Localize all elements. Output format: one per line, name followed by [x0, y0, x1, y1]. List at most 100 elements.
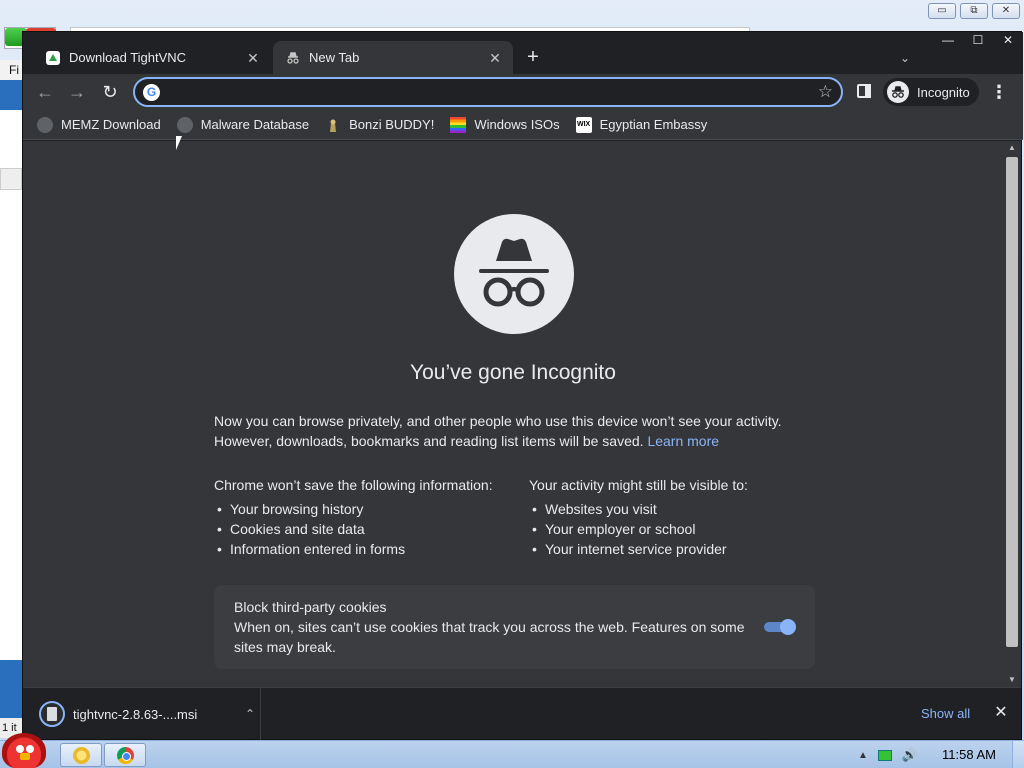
intro-text: Now you can browse privately, and other … — [214, 411, 814, 451]
volume-icon[interactable]: 🔊 — [902, 747, 918, 763]
scroll-down-arrow-icon[interactable]: ▼ — [1007, 675, 1017, 685]
globe-icon — [176, 116, 193, 133]
window-controls: — ☐ ✕ — [933, 32, 1023, 50]
incognito-page: You’ve gone Incognito Now you can browse… — [23, 141, 1003, 687]
explorer-icon — [73, 747, 90, 764]
bookmark-label: Bonzi BUDDY! — [349, 117, 435, 132]
background-sidebar — [0, 80, 22, 660]
network-icon[interactable] — [877, 749, 892, 761]
google-icon: G — [143, 84, 160, 101]
background-bottom-strip — [0, 660, 22, 720]
background-close-button[interactable]: ✕ — [992, 3, 1020, 19]
background-restore-button[interactable]: ⧉ — [960, 3, 988, 19]
minimize-button[interactable]: — — [933, 32, 963, 48]
profile-label: Incognito — [917, 84, 970, 100]
rainbow-icon — [450, 116, 467, 133]
tab-search-chevron-down-icon[interactable]: ⌄ — [893, 46, 917, 70]
tightvnc-icon — [45, 50, 61, 66]
wix-icon: WIX — [575, 116, 592, 133]
side-panel-icon[interactable] — [855, 82, 873, 100]
learn-more-link[interactable]: Learn more — [647, 433, 719, 449]
still-visible-column: Your activity might still be visible to:… — [529, 475, 849, 559]
taskbar-chrome-button[interactable] — [104, 743, 146, 767]
tab-download-tightvnc[interactable]: Download TightVNC ✕ — [33, 41, 271, 74]
incognito-profile-button[interactable]: Incognito — [883, 78, 979, 106]
toggle-knob — [780, 619, 796, 635]
system-tray: ▲ 🔊 — [858, 741, 918, 768]
wont-save-column: Chrome won’t save the following informat… — [214, 475, 534, 559]
download-item[interactable]: tightvnc-2.8.63-....msi ⌃ — [33, 688, 261, 740]
bookmark-bonzi-buddy[interactable]: Bonzi BUDDY! — [325, 117, 434, 133]
bookmark-malware-database[interactable]: Malware Database — [176, 116, 310, 133]
toolbar: ← → ↻ G ☆ Incognito ⋮ — [23, 74, 1023, 110]
cookie-card-description: When on, sites can’t use cookies that tr… — [234, 619, 745, 655]
download-filename: tightvnc-2.8.63-....msi — [73, 706, 198, 722]
bookmark-windows-isos[interactable]: Windows ISOs — [450, 116, 560, 133]
scroll-up-arrow-icon[interactable]: ▲ — [1007, 143, 1017, 153]
page-title: You’ve gone Incognito — [410, 361, 616, 384]
close-window-button[interactable]: ✕ — [993, 32, 1023, 48]
incognito-spy-icon — [454, 214, 574, 334]
chrome-window: Download TightVNC ✕ New Tab ✕ + ⌄ — ☐ ✕ … — [22, 31, 1023, 740]
bookmarks-bar: MEMZ Download Malware Database Bonzi BUD… — [23, 110, 1023, 140]
block-cookies-toggle[interactable] — [764, 618, 796, 636]
show-all-button[interactable]: Show all — [921, 706, 970, 721]
list-item: Your employer or school — [529, 519, 849, 539]
close-download-bar-icon[interactable]: ✕ — [991, 702, 1011, 722]
download-bar: tightvnc-2.8.63-....msi ⌃ Show all ✕ — [23, 687, 1021, 740]
background-sidebar-header — [0, 80, 22, 110]
bookmark-label: Windows ISOs — [474, 117, 560, 132]
clock[interactable]: 11:58 AM — [942, 741, 996, 768]
bookmark-memz-download[interactable]: MEMZ Download — [37, 116, 161, 133]
more-menu-icon[interactable]: ⋮ — [989, 80, 1009, 104]
start-button-angry-bird-icon[interactable] — [2, 733, 46, 768]
background-minimize-button[interactable]: ▭ — [928, 3, 956, 19]
list-item: Your internet service provider — [529, 539, 849, 559]
intro-line: However, downloads, bookmarks and readin… — [214, 433, 720, 449]
bookmark-star-icon[interactable]: ☆ — [818, 82, 833, 102]
taskbar: ▲ 🔊 11:58 AM — [0, 733, 1024, 768]
incognito-icon — [285, 50, 301, 66]
list-item: Your browsing history — [214, 499, 534, 519]
column-title: Chrome won’t save the following informat… — [214, 477, 493, 493]
background-sidebar-item[interactable] — [0, 168, 22, 190]
bookmark-egyptian-embassy[interactable]: WIX Egyptian Embassy — [575, 116, 708, 133]
reload-icon[interactable]: ↻ — [98, 80, 122, 104]
tray-expand-arrow-icon[interactable]: ▲ — [858, 750, 868, 761]
chevron-up-icon[interactable]: ⌃ — [240, 707, 260, 721]
msi-file-icon — [39, 701, 65, 727]
back-arrow-icon[interactable]: ← — [33, 80, 57, 104]
third-party-cookies-card: Block third-party cookies When on, sites… — [214, 585, 815, 669]
cookie-card-title: Block third-party cookies — [234, 599, 387, 615]
show-desktop-button[interactable] — [1012, 741, 1024, 768]
chrome-icon — [117, 747, 134, 764]
tab-title: New Tab — [309, 50, 360, 65]
background-menu-file[interactable]: Fi — [0, 60, 22, 80]
tab-new-tab[interactable]: New Tab ✕ — [273, 41, 513, 74]
tab-title: Download TightVNC — [69, 50, 187, 65]
list-item: Information entered in forms — [214, 539, 534, 559]
bookmark-label: Egyptian Embassy — [599, 117, 708, 132]
taskbar-explorer-button[interactable] — [60, 743, 102, 767]
list-item: Websites you visit — [529, 499, 849, 519]
intro-line: Now you can browse privately, and other … — [214, 413, 782, 429]
bonzi-icon — [325, 117, 341, 133]
maximize-button[interactable]: ☐ — [963, 32, 993, 48]
tab-strip: Download TightVNC ✕ New Tab ✕ + ⌄ — ☐ ✕ — [23, 32, 1023, 74]
scrollbar-thumb[interactable] — [1006, 157, 1018, 647]
omnibox[interactable]: G ☆ — [133, 77, 843, 107]
tab-close-icon[interactable]: ✕ — [487, 50, 503, 66]
mouse-cursor-icon — [176, 136, 188, 150]
forward-arrow-icon[interactable]: → — [65, 80, 89, 104]
bookmark-label: Malware Database — [200, 117, 310, 132]
bookmark-label: MEMZ Download — [61, 117, 161, 132]
new-tab-button[interactable]: + — [521, 46, 545, 70]
tab-close-icon[interactable]: ✕ — [245, 50, 261, 66]
background-titlebar — [0, 0, 1024, 26]
incognito-avatar-icon — [887, 81, 909, 103]
globe-icon — [37, 116, 53, 133]
address-input[interactable] — [167, 83, 807, 103]
list-item: Cookies and site data — [214, 519, 534, 539]
page-scrollbar[interactable]: ▲ ▼ — [1003, 141, 1021, 687]
background-window-controls: ▭ ⧉ ✕ — [928, 3, 1020, 19]
